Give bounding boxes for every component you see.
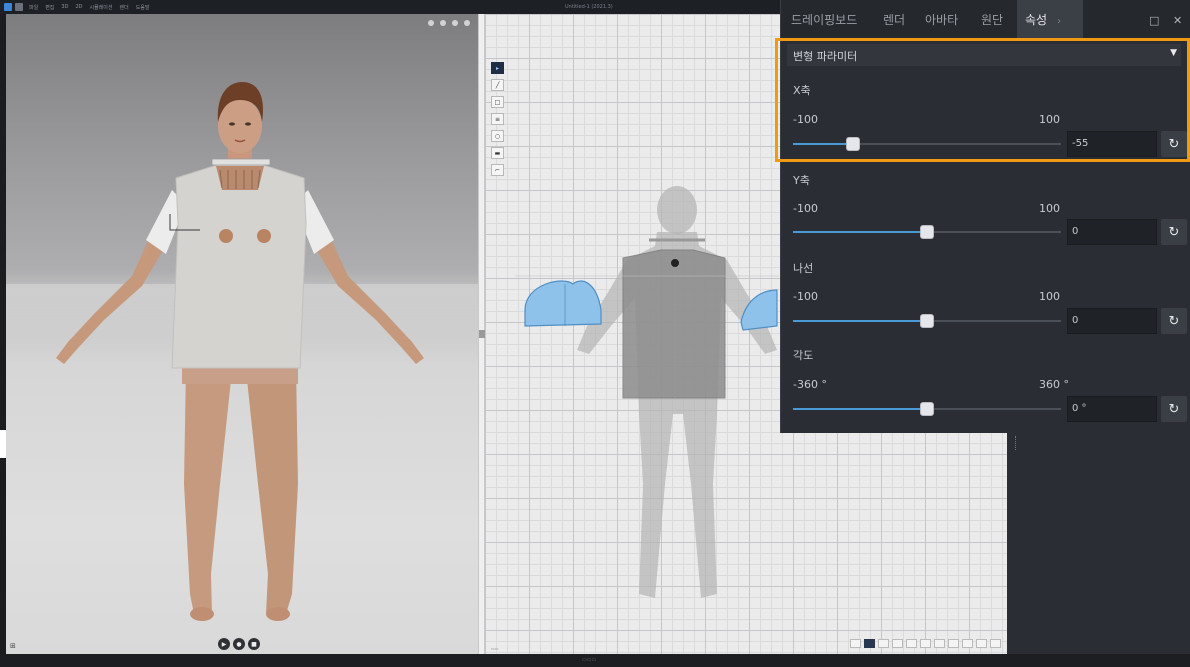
menu-item-render[interactable]: 렌더 [119, 4, 128, 11]
slider-thumb-spiral[interactable] [920, 314, 934, 328]
maximize-icon[interactable]: □ [1149, 14, 1159, 27]
param-label-x: X축 [793, 84, 811, 97]
slider-fill [793, 231, 927, 233]
property-panel: 드레이핑보드 렌더 아바타 원단 속성 › □ ✕ 변형 파라미터 ▼ X축 -1… [780, 0, 1190, 433]
view-mode-icon[interactable] [934, 639, 945, 648]
avatar-arm-right [312, 224, 424, 364]
menu-item-simulation[interactable]: 시뮬레이션 [89, 4, 112, 11]
reset-icon[interactable]: ↻ [1161, 131, 1187, 157]
bodice-pattern [622, 249, 726, 399]
reset-icon[interactable]: ↻ [1161, 396, 1187, 422]
slider-thumb-angle[interactable] [920, 402, 934, 416]
viewport-3d[interactable]: ▶ ● ■ ⊞ [6, 14, 478, 654]
param-max-y: 100 [1039, 202, 1060, 215]
view-mode-icon[interactable] [864, 639, 875, 648]
view-mode-icon[interactable] [948, 639, 959, 648]
menu-item-edit[interactable]: 편집 [45, 4, 54, 11]
status-text-icon: ▭▭▭ [582, 657, 597, 663]
sleeve-pattern-left [524, 280, 602, 327]
view-mode-icon[interactable] [892, 639, 903, 648]
param-min-spiral: -100 [793, 290, 818, 303]
avatar-legs [184, 366, 232, 614]
slider-angle[interactable] [793, 402, 1061, 416]
app-menu-icon[interactable] [15, 3, 23, 11]
scale-indicator-icon: ▭▭ [491, 646, 499, 651]
view-mode-icon[interactable] [990, 639, 1001, 648]
param-max-spiral: 100 [1039, 290, 1060, 303]
menu-item-file[interactable]: 파일 [29, 4, 38, 11]
tab-property[interactable]: 속성 › [1017, 0, 1083, 40]
slider-fill [793, 320, 927, 322]
avatar-3d[interactable] [6, 14, 478, 654]
menu-item-help[interactable]: 도움말 [136, 4, 150, 11]
menu-bar: 파일 편집 3D 2D 시뮬레이션 렌더 도움말 Untitled-1 (202… [0, 0, 780, 14]
slider-thumb-x[interactable] [846, 137, 861, 151]
status-bar: ▭▭▭ [0, 654, 1190, 667]
tab-avatar[interactable]: 아바타 [917, 0, 966, 40]
tab-draping-board[interactable]: 드레이핑보드 [783, 0, 865, 40]
value-field-spiral[interactable]: 0 [1067, 308, 1157, 334]
param-label-angle: 각도 [793, 349, 814, 362]
shirt-body [171, 163, 307, 369]
param-max-angle: 360 ° [1039, 378, 1069, 391]
slider-y[interactable] [793, 225, 1061, 239]
tab-fabric[interactable]: 원단 [973, 0, 1011, 40]
play-icon[interactable]: ▶ [218, 638, 230, 650]
reset-icon[interactable]: ↻ [1161, 219, 1187, 245]
view-mode-icon[interactable] [906, 639, 917, 648]
param-min-angle: -360 ° [793, 378, 827, 391]
panel-tab-bar: 드레이핑보드 렌더 아바타 원단 속성 › □ ✕ [781, 0, 1190, 40]
menu-item-3d[interactable]: 3D [61, 4, 68, 10]
value-field-y[interactable]: 0 [1067, 219, 1157, 245]
view-mode-icon[interactable] [850, 639, 861, 648]
app-logo-icon [4, 3, 12, 11]
pattern-bottom-toolbar [850, 639, 1001, 648]
close-icon[interactable]: ✕ [1173, 14, 1182, 27]
section-title: 변형 파라미터 [793, 50, 858, 63]
param-min-y: -100 [793, 202, 818, 215]
viewport-corner-icon[interactable]: ⊞ [10, 642, 16, 650]
tab-render[interactable]: 렌더 [875, 0, 913, 40]
chevron-right-icon[interactable]: › [1057, 16, 1061, 27]
section-header-transform[interactable]: 변형 파라미터 ▼ [787, 44, 1181, 66]
param-max-x: 100 [1039, 113, 1060, 126]
stop-icon[interactable]: ■ [248, 638, 260, 650]
tree-guide [1015, 436, 1021, 450]
view-mode-icon[interactable] [920, 639, 931, 648]
object-browser-area [1007, 430, 1190, 654]
slider-fill [793, 143, 854, 145]
tab-property-label: 속성 [1025, 13, 1048, 27]
param-label-spiral: 나선 [793, 262, 814, 275]
window-divider[interactable] [478, 14, 485, 654]
view-mode-icon[interactable] [976, 639, 987, 648]
param-min-x: -100 [793, 113, 818, 126]
slider-fill [793, 408, 927, 410]
value-field-x[interactable]: -55 [1067, 131, 1157, 157]
document-title: Untitled-1 (2021.3) [565, 4, 613, 10]
slider-spiral[interactable] [793, 314, 1061, 328]
view-mode-icon[interactable] [878, 639, 889, 648]
slider-thumb-y[interactable] [920, 225, 934, 239]
collapse-caret-icon[interactable]: ▼ [1170, 48, 1177, 58]
param-label-y: Y축 [793, 174, 810, 187]
animation-player: ▶ ● ■ [218, 638, 260, 650]
avatar-legs [246, 366, 298, 614]
reset-icon[interactable]: ↻ [1161, 308, 1187, 334]
record-icon[interactable]: ● [233, 638, 245, 650]
slider-x[interactable] [793, 137, 1061, 151]
value-field-angle[interactable]: 0 ° [1067, 396, 1157, 422]
menu-item-2d[interactable]: 2D [75, 4, 82, 10]
view-mode-icon[interactable] [962, 639, 973, 648]
avatar-arm-left [56, 224, 168, 364]
